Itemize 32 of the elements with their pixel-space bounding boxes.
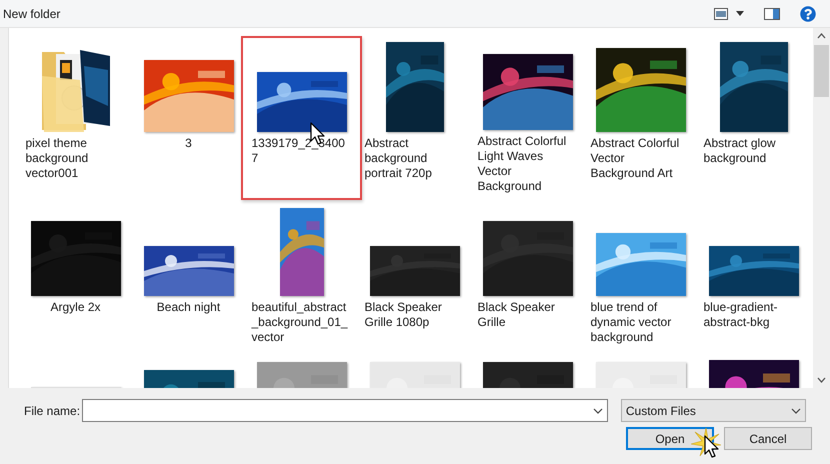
- file-name-label: Abstract Colorful Light Waves Vector Background: [478, 134, 568, 194]
- file-name-label: pixel theme background vector001: [26, 136, 90, 181]
- file-name-label: blue trend of dynamic vector background: [590, 300, 672, 345]
- scroll-down-icon[interactable]: [817, 377, 826, 383]
- file-name-label: File name:: [24, 402, 82, 420]
- scroll-up-icon[interactable]: [817, 33, 826, 39]
- caret-icon: [736, 11, 744, 16]
- help-icon[interactable]: [800, 6, 816, 22]
- scrollbar[interactable]: [813, 28, 830, 388]
- file-name-label: 3: [185, 136, 192, 151]
- scrollbar-thumb[interactable]: [814, 45, 829, 97]
- file-name-label: Abstract Colorful Vector Background Art: [590, 136, 680, 181]
- file-name-label: 1339179_2_3400 7: [252, 136, 346, 166]
- file-name-label: Black Speaker Grille 1080p: [364, 300, 443, 330]
- file-name-label: Abstract glow background: [704, 136, 777, 166]
- view-icon: [714, 8, 728, 20]
- chevron-down-icon: [791, 408, 801, 414]
- file-name-label: Black Speaker Grille: [478, 300, 556, 330]
- dialog-button[interactable]: Cancel: [724, 427, 812, 450]
- file-tile[interactable]: 1339179_2_3400 7: [241, 36, 362, 200]
- view-menu-button[interactable]: [714, 8, 744, 20]
- file-name-label: Beach night: [156, 300, 220, 315]
- pointer-icon: [704, 435, 720, 459]
- chevron-down-icon: [592, 408, 603, 414]
- folder-title: New folder: [3, 6, 60, 22]
- file-name-label: blue-gradient-abstract-bkg: [704, 300, 779, 330]
- file-name-label: Abstract background portrait 720p: [364, 136, 433, 181]
- file-name-label: beautiful_abstract_background_01_vector: [252, 300, 349, 345]
- file-name-field[interactable]: [82, 399, 608, 422]
- file-type-dropdown[interactable]: Custom Files: [620, 399, 806, 422]
- file-name-label: Argyle 2x: [50, 300, 101, 315]
- preview-pane-icon[interactable]: [764, 8, 780, 20]
